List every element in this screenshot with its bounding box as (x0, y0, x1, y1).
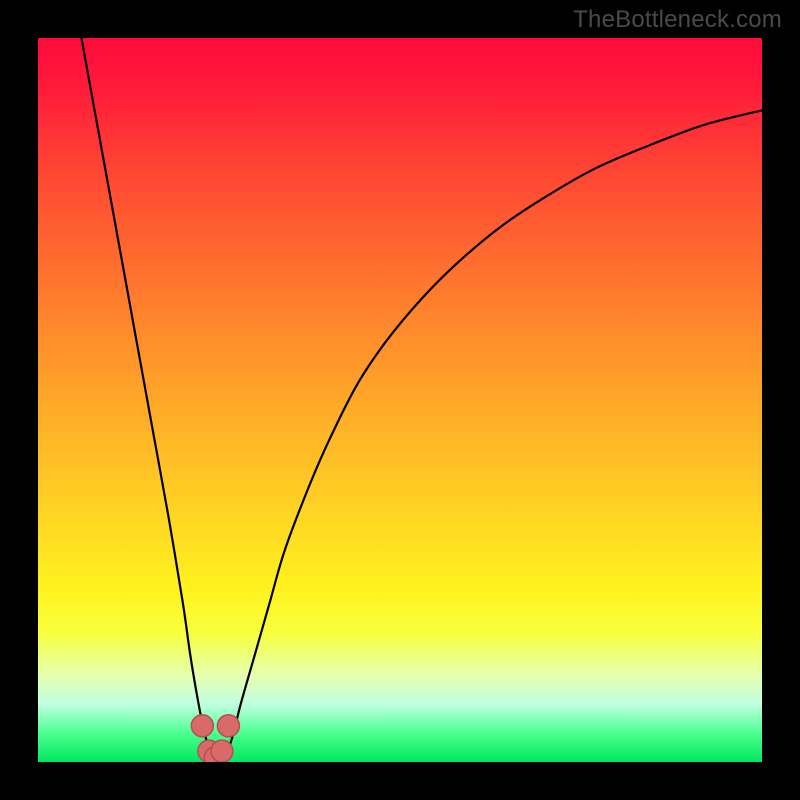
highlight-marker (217, 715, 239, 737)
highlight-marker (191, 715, 213, 737)
outer-frame: TheBottleneck.com (0, 0, 800, 800)
plot-area (38, 38, 762, 762)
chart-svg (38, 38, 762, 762)
highlight-marker (211, 740, 233, 762)
bottleneck-curve (81, 38, 762, 762)
watermark-text: TheBottleneck.com (573, 6, 782, 34)
